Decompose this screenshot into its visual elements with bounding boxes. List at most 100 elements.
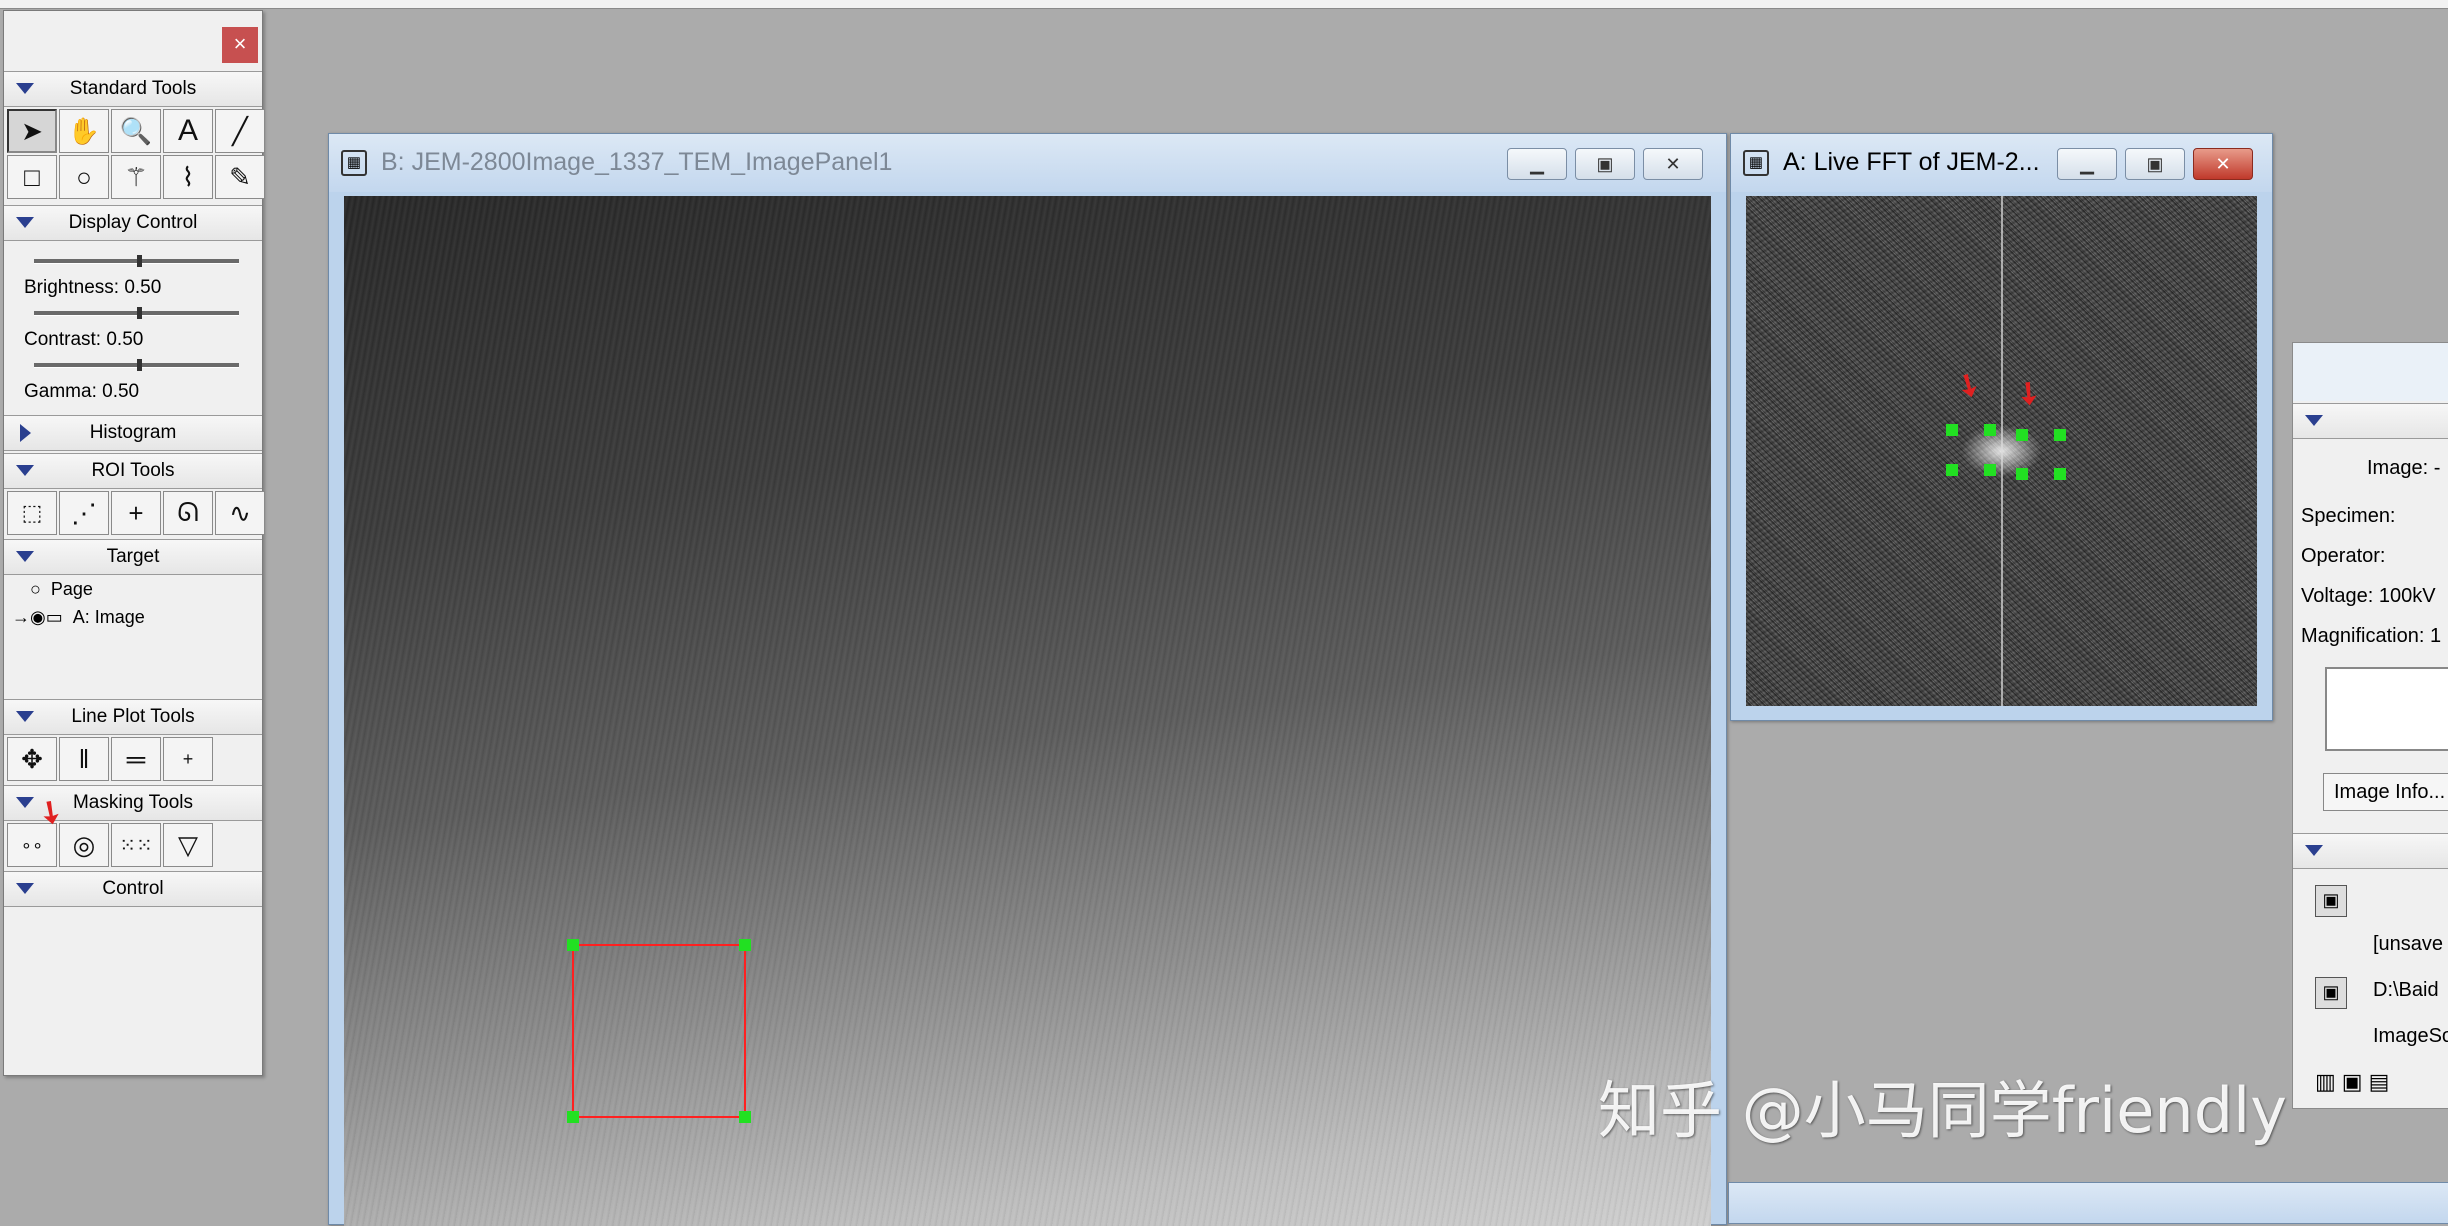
section-display-control[interactable]: Display Control bbox=[4, 205, 262, 241]
roi-freehand-icon[interactable]: ∿ bbox=[215, 491, 265, 535]
collapse-triangle-icon bbox=[2305, 415, 2323, 426]
roi-lasso-icon[interactable]: ᘏ bbox=[163, 491, 213, 535]
collapse-triangle-icon bbox=[16, 83, 34, 94]
move-icon[interactable]: ✥ bbox=[7, 737, 57, 781]
roi-line-icon[interactable]: ⋰ bbox=[59, 491, 109, 535]
top-strip bbox=[0, 0, 2448, 9]
red-annotation-arrow: ➘ bbox=[2008, 372, 2049, 415]
roi-handle[interactable] bbox=[567, 1111, 579, 1123]
contrast-label: Contrast: 0.50 bbox=[24, 329, 144, 350]
mask-spot-handle[interactable] bbox=[2054, 429, 2066, 441]
collapse-triangle-icon bbox=[16, 551, 34, 562]
collapse-triangle-icon bbox=[16, 883, 34, 894]
image-window-icon: ▦ bbox=[341, 150, 367, 176]
section-line-plot-tools[interactable]: Line Plot Tools bbox=[4, 699, 262, 735]
unsaved-label: [unsave bbox=[2373, 933, 2444, 955]
window-b-title: B: JEM-2800Image_1337_TEM_ImagePanel1 bbox=[381, 148, 893, 176]
wand-tool-icon[interactable]: ⚚ bbox=[111, 155, 161, 199]
watermark-text: 知乎 @小马同学friendly bbox=[1598, 1074, 2287, 1147]
close-button[interactable]: ✕ bbox=[2193, 148, 2253, 180]
profile-tool-icon[interactable]: ⌇ bbox=[163, 155, 213, 199]
vertical-marker-icon[interactable]: ‖ bbox=[59, 737, 109, 781]
maximize-button[interactable]: ▣ bbox=[2125, 148, 2185, 180]
collapse-triangle-icon bbox=[16, 217, 34, 228]
mask-spot-handle[interactable] bbox=[2054, 468, 2066, 480]
image-window-icon: ▦ bbox=[1743, 150, 1769, 176]
mask-spot-handle[interactable] bbox=[1984, 424, 1996, 436]
ring-mask-icon[interactable]: ◎ bbox=[59, 823, 109, 867]
magnification-field: Magnification: 1 bbox=[2301, 625, 2442, 647]
specimen-field: Specimen: bbox=[2301, 505, 2396, 527]
minimize-button[interactable]: ▁ bbox=[1507, 148, 1567, 180]
operator-field: Operator: bbox=[2301, 545, 2386, 567]
fft-window-a: ▦ A: Live FFT of JEM-2... ▁ ▣ ✕ ➘ ➘ bbox=[1730, 133, 2273, 721]
collapse-triangle-icon bbox=[16, 465, 34, 476]
mask-spot-handle[interactable] bbox=[1984, 464, 1996, 476]
roi-handle[interactable] bbox=[567, 939, 579, 951]
crosshair-icon[interactable]: + bbox=[163, 737, 213, 781]
roi-rect-icon[interactable]: ⬚ bbox=[7, 491, 57, 535]
mask-spot-handle[interactable] bbox=[1946, 424, 1958, 436]
info-section-header[interactable] bbox=[2293, 833, 2448, 869]
voltage-field: Voltage: 100kV bbox=[2301, 585, 2436, 607]
roi-point-icon[interactable]: + bbox=[111, 491, 161, 535]
collapse-triangle-icon bbox=[16, 797, 34, 808]
wedge-mask-icon[interactable]: ▽ bbox=[163, 823, 213, 867]
section-roi-tools[interactable]: ROI Tools bbox=[4, 453, 262, 489]
titlebar-b[interactable]: ▦ B: JEM-2800Image_1337_TEM_ImagePanel1 … bbox=[329, 134, 1726, 192]
expand-triangle-icon bbox=[20, 424, 31, 442]
notes-textbox[interactable] bbox=[2325, 667, 2448, 751]
file-disk-icon[interactable]: ▣ bbox=[2315, 977, 2347, 1009]
section-target[interactable]: Target bbox=[4, 539, 262, 575]
brightness-label: Brightness: 0.50 bbox=[24, 277, 162, 298]
hand-tool-icon[interactable]: ✋ bbox=[59, 109, 109, 153]
roi-handle[interactable] bbox=[739, 1111, 751, 1123]
tem-image-canvas[interactable] bbox=[344, 196, 1711, 1226]
array-mask-icon[interactable]: ⁙⁙ bbox=[111, 823, 161, 867]
gamma-label: Gamma: 0.50 bbox=[24, 381, 140, 402]
collapse-triangle-icon bbox=[16, 711, 34, 722]
image-window-b: ▦ B: JEM-2800Image_1337_TEM_ImagePanel1 … bbox=[328, 133, 1727, 1226]
section-histogram[interactable]: Histogram bbox=[4, 415, 262, 451]
mask-spot-handle[interactable] bbox=[2016, 429, 2028, 441]
section-standard-tools[interactable]: Standard Tools bbox=[4, 71, 262, 107]
roi-rectangle[interactable] bbox=[572, 944, 746, 1118]
red-annotation-arrow: ➘ bbox=[1949, 364, 1988, 407]
toolbar-icons[interactable]: ▥▣▤ bbox=[2315, 1069, 2448, 1105]
target-page-item[interactable]: ○ Page bbox=[30, 579, 93, 600]
rectangle-tool-icon[interactable]: □ bbox=[7, 155, 57, 199]
target-image-item[interactable]: →◉▭ A: Image bbox=[12, 607, 145, 628]
pencil-tool-icon[interactable]: ✎ bbox=[215, 155, 265, 199]
info-section-header[interactable] bbox=[2293, 403, 2448, 439]
save-disk-icon[interactable]: ▣ bbox=[2315, 885, 2347, 917]
line-tool-icon[interactable]: ╱ bbox=[215, 109, 265, 153]
file-path-label: D:\Baid bbox=[2373, 979, 2439, 1001]
pointer-tool-icon[interactable]: ➤ bbox=[7, 109, 57, 153]
image-info-button[interactable]: Image Info... bbox=[2323, 773, 2448, 811]
fft-canvas[interactable]: ➘ ➘ bbox=[1746, 196, 2257, 706]
image-field: Image: - bbox=[2367, 457, 2441, 479]
contrast-slider[interactable] bbox=[34, 307, 239, 319]
mask-spot-handle[interactable] bbox=[1946, 464, 1958, 476]
section-control[interactable]: Control bbox=[4, 871, 262, 907]
minimize-button[interactable]: ▁ bbox=[2057, 148, 2117, 180]
gamma-slider[interactable] bbox=[34, 359, 239, 371]
zoom-tool-icon[interactable]: 🔍 bbox=[111, 109, 161, 153]
imagesource-label: ImageSo bbox=[2373, 1025, 2448, 1047]
maximize-button[interactable]: ▣ bbox=[1575, 148, 1635, 180]
bottom-window-titlebar[interactable] bbox=[1728, 1182, 2448, 1224]
text-tool-icon[interactable]: A bbox=[163, 109, 213, 153]
horizontal-marker-icon[interactable]: ═ bbox=[111, 737, 161, 781]
palette-close-button[interactable]: × bbox=[222, 27, 258, 63]
close-button[interactable]: ✕ bbox=[1643, 148, 1703, 180]
brightness-slider[interactable] bbox=[34, 255, 239, 267]
image-info-panel: Image: - Specimen: Operator: Voltage: 10… bbox=[2292, 342, 2448, 1109]
tools-palette: × Standard Tools ➤ ✋ 🔍 A ╱ □ ○ ⚚ ⌇ ✎ Dis… bbox=[3, 10, 265, 1076]
window-a-title: A: Live FFT of JEM-2... bbox=[1783, 148, 2040, 176]
mask-spot-handle[interactable] bbox=[2016, 468, 2028, 480]
collapse-triangle-icon bbox=[2305, 845, 2323, 856]
titlebar-a[interactable]: ▦ A: Live FFT of JEM-2... ▁ ▣ ✕ bbox=[1731, 134, 2272, 192]
oval-tool-icon[interactable]: ○ bbox=[59, 155, 109, 199]
fft-center-line bbox=[2001, 196, 2003, 706]
roi-handle[interactable] bbox=[739, 939, 751, 951]
